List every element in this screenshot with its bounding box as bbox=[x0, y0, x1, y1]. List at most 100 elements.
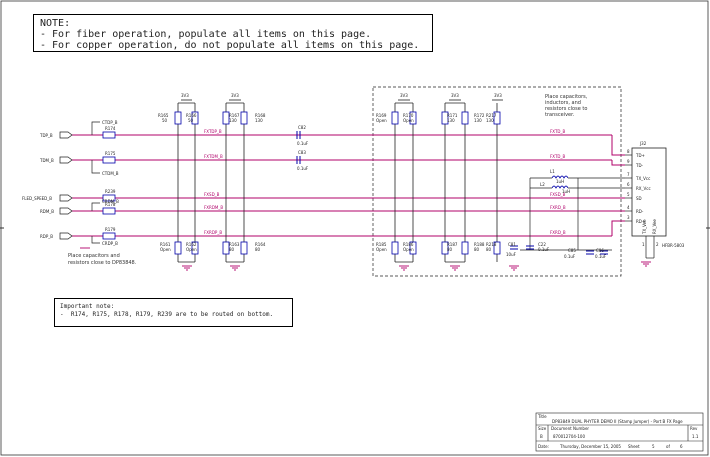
net-fxrdp-right: FXRD_B bbox=[550, 230, 566, 235]
val-r166: 50 bbox=[188, 118, 194, 123]
net-fxtdp: FXTDP_B bbox=[204, 129, 222, 134]
pin-label: TX_Vcc bbox=[635, 176, 650, 181]
series-caps bbox=[296, 131, 301, 164]
val-c86: 0.1uF bbox=[595, 254, 607, 259]
port-fled: FLED_SPEED_B bbox=[22, 196, 52, 201]
val-r217: 130 bbox=[486, 118, 494, 123]
pin-number: 9 bbox=[627, 159, 630, 164]
val-r163: 80 bbox=[229, 247, 235, 252]
date-value: Thursday, December 15, 2005 bbox=[559, 444, 621, 449]
val-r161: Open bbox=[160, 247, 171, 252]
port-arrows bbox=[59, 131, 73, 240]
power-label: 3V3 bbox=[451, 93, 459, 98]
pin-number: 5 bbox=[627, 192, 630, 197]
power-label: 3V3 bbox=[400, 93, 408, 98]
ref-r175: R175 bbox=[105, 151, 116, 156]
resistor-verticals bbox=[177, 102, 498, 263]
sheet-value: 5 bbox=[652, 444, 655, 449]
ref-l2: L2 bbox=[540, 182, 545, 187]
pin-label: RD- bbox=[636, 209, 644, 214]
note-line: - For copper operation, do not populate … bbox=[40, 40, 420, 51]
ref-r178: R178 bbox=[105, 202, 116, 207]
val-r164: 80 bbox=[255, 247, 261, 252]
routing-note: Important note: - R174, R175, R178, R179… bbox=[54, 298, 293, 327]
pin-label: TD+ bbox=[635, 153, 645, 158]
net-fxtdm: FXTDM_B bbox=[204, 154, 223, 159]
port-tdp: TDP_B bbox=[39, 133, 53, 138]
pin-label: TD- bbox=[635, 163, 644, 168]
ref-c83: C83 bbox=[298, 150, 306, 155]
supply-branch bbox=[520, 177, 625, 251]
pin-number: 6 bbox=[627, 182, 630, 187]
power-label: 3V3 bbox=[494, 93, 502, 98]
port-tdm: TDM_B bbox=[39, 158, 54, 163]
ref-c82: C82 bbox=[298, 125, 306, 130]
doc-label: Document Number bbox=[551, 426, 589, 431]
sheet-label: Sheet bbox=[628, 444, 640, 449]
note-title: NOTE: bbox=[40, 18, 71, 29]
doc-value: 870012704-100 bbox=[553, 434, 585, 439]
val-l2: 1uH bbox=[562, 189, 570, 194]
val-r187: 80 bbox=[447, 247, 453, 252]
ref-c81: C81 bbox=[508, 242, 516, 247]
val-r168: 130 bbox=[255, 118, 263, 123]
rev-label: Rev bbox=[690, 426, 698, 431]
size-value: B bbox=[540, 434, 543, 439]
port-rdm: RDM_B bbox=[40, 209, 54, 214]
ref-c86: C86 bbox=[596, 248, 604, 253]
note-line: - For fiber operation, populate all item… bbox=[40, 29, 372, 40]
pin-number: 8 bbox=[627, 149, 630, 154]
ref-l1: L1 bbox=[550, 169, 555, 174]
net-fxtdp-right: FXTD_B bbox=[550, 129, 565, 134]
port-rdp: RDP_B bbox=[40, 234, 53, 239]
series-resistors bbox=[102, 131, 116, 240]
val-r185: Open bbox=[376, 247, 387, 252]
ref-r174: R174 bbox=[105, 126, 116, 131]
net-fxrdm-right: FXRD_B bbox=[550, 205, 566, 210]
val-r162: Open bbox=[186, 247, 197, 252]
pin-number: 1 bbox=[642, 242, 645, 247]
val-r218: 80 bbox=[486, 247, 492, 252]
termination-branches bbox=[91, 121, 100, 244]
net-ctdm: CTDM_B bbox=[102, 171, 119, 176]
net-fxtdm-right: FXTD_B bbox=[550, 154, 565, 159]
note-title: Important note: bbox=[60, 303, 115, 310]
val-r167: 130 bbox=[229, 118, 237, 123]
power-label: 3V3 bbox=[181, 93, 189, 98]
connector-ref: J32 bbox=[639, 141, 647, 146]
pin-label: RX_Vcc bbox=[636, 186, 651, 191]
of-value: 6 bbox=[680, 444, 683, 449]
net-fxrdp: FXRDP_B bbox=[204, 230, 222, 235]
schematic-sheet: TD+ TD- TX_Vcc RX_Vcc SD RD- RD+ TX_Vee … bbox=[0, 0, 710, 456]
comment-left: Place capacitors and bbox=[68, 253, 120, 259]
title-text: DP83849 DUAL PHYTER DEMO II (Stamp Jumpe… bbox=[552, 419, 683, 424]
ref-r179: R179 bbox=[105, 227, 116, 232]
fiber-copper-note: NOTE: - For fiber operation, populate al… bbox=[33, 14, 433, 52]
ref-r239: R239 bbox=[105, 189, 116, 194]
val-r169: Open bbox=[376, 118, 387, 123]
val-c81: 10uF bbox=[506, 252, 517, 257]
connector-value: HFBR-5803 bbox=[662, 243, 685, 248]
val-c82: 0.1uF bbox=[297, 141, 309, 146]
net-fxsd: FXSD_B bbox=[204, 192, 220, 197]
net-fxrdm: FXRDM_B bbox=[204, 205, 223, 210]
val-r188: 80 bbox=[474, 247, 480, 252]
val-r171: 130 bbox=[447, 118, 455, 123]
val-l1: 1uH bbox=[556, 179, 564, 184]
note-line: - R174, R175, R178, R179, R239 are to be… bbox=[60, 311, 274, 318]
val-c22: 0.1uF bbox=[538, 247, 550, 252]
pin-label: SD bbox=[636, 196, 642, 201]
pin-number: 7 bbox=[627, 172, 630, 177]
net-ctdp: CTDP_B bbox=[102, 120, 118, 125]
pin-number: 2 bbox=[656, 242, 659, 247]
power-label: 3V3 bbox=[231, 93, 239, 98]
val-r186: Open bbox=[403, 247, 414, 252]
size-label: Size bbox=[538, 426, 547, 431]
pin-label: RX_Vee bbox=[652, 219, 657, 234]
title-label: Title bbox=[537, 414, 547, 419]
comment-left: resistors close to DP83848. bbox=[68, 260, 137, 266]
resistor-symbols bbox=[174, 111, 501, 255]
pin-label: TX_Vee bbox=[642, 219, 647, 235]
val-r165: 50 bbox=[162, 118, 168, 123]
comment-right: transceiver. bbox=[545, 112, 575, 118]
